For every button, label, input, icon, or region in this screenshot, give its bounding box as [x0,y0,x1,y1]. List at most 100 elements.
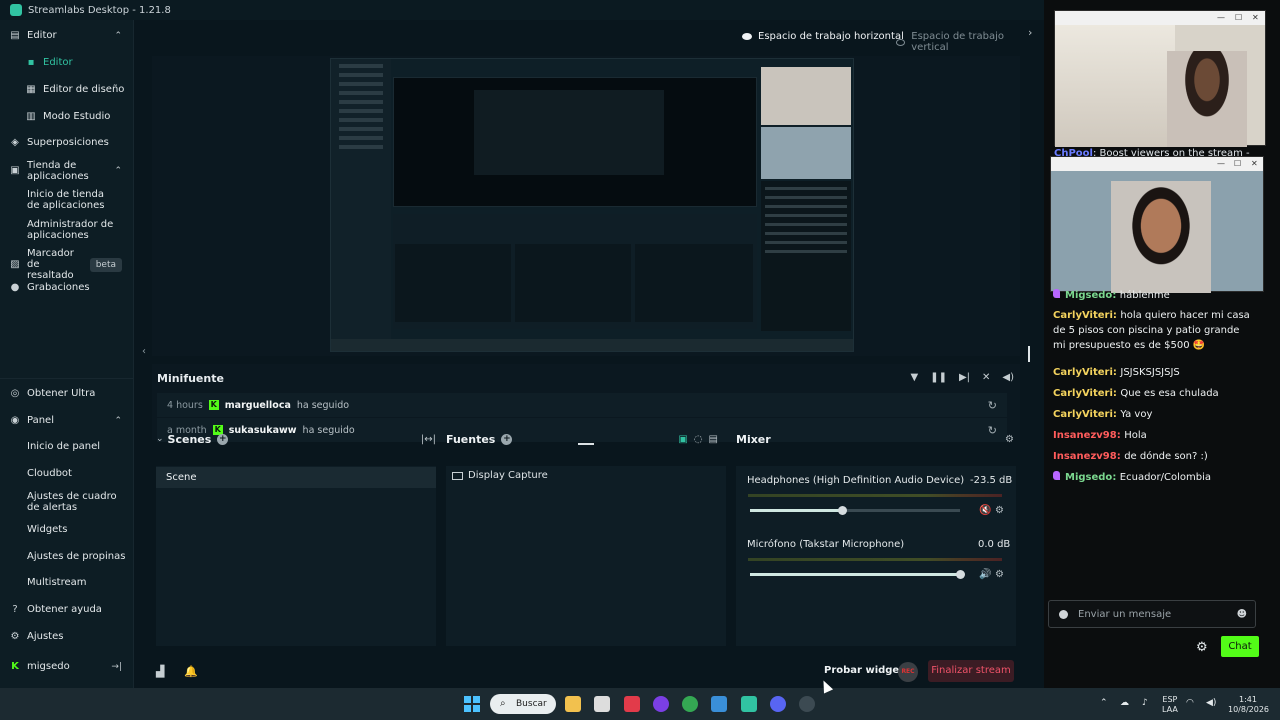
record-button[interactable]: REC [898,662,918,682]
language-indicator[interactable]: ESP LAA [1162,695,1178,715]
maximize-icon[interactable]: ☐ [1234,159,1241,168]
sidebar-item-cloudbot[interactable]: Cloudbot [0,468,134,479]
gear-icon[interactable]: ⚙ [995,505,1004,516]
sidebar-item-inicio-tienda[interactable]: Inicio de tienda de aplicaciones [0,189,134,211]
folder-icon[interactable]: ▤ [709,434,724,445]
chat-username[interactable]: Insanezv98 [1053,451,1117,462]
sidebar-item-editor[interactable]: ▤ Editor ⌃ [0,30,134,41]
chat-username[interactable]: CarlyViteri [1053,310,1113,321]
speaker-muted-icon[interactable]: 🔇 [979,505,991,516]
chevron-up-icon[interactable]: ⌃ [1100,698,1108,708]
highlighter-icon: ▨ [10,258,20,270]
gear-icon[interactable]: ⚙ [1005,434,1014,445]
chevron-down-icon[interactable]: ⌄ [156,434,164,444]
add-scene-button[interactable]: + [217,433,229,445]
sidebar-item-editor-diseno[interactable]: ▦ Editor de diseño [0,84,134,95]
sidebar-item-obtener-ayuda[interactable]: ? Obtener ayuda [0,604,134,615]
sidebar-item-ajustes-alertas[interactable]: Ajustes de cuadro de alertas [0,491,134,513]
workspace-vertical-button[interactable]: Espacio de trabajo vertical [896,31,1032,53]
chrome-icon[interactable] [682,696,698,712]
pause-icon[interactable]: ❚❚ [930,372,947,383]
sidebar-item-modo-estudio[interactable]: ▥ Modo Estudio [0,111,134,122]
stats-icon[interactable]: ▟ [156,665,164,678]
chat-username[interactable]: CarlyViteri [1053,409,1113,420]
app-icon[interactable] [594,696,610,712]
close-icon[interactable]: ✕ [1251,159,1258,168]
microphone-icon[interactable]: ♪ [1142,698,1148,708]
volume-slider-knob[interactable] [956,570,965,579]
windows-start-icon[interactable] [464,696,480,712]
sidebar-divider [0,378,134,379]
sidebar-item-obtener-ultra[interactable]: ◎ Obtener Ultra [0,388,134,399]
filter-icon[interactable]: ▼ [910,372,918,383]
end-stream-button[interactable]: Finalizar stream [928,660,1014,682]
chat-username[interactable]: CarlyViteri [1053,388,1113,399]
gear-icon[interactable]: ⚙ [995,569,1004,580]
logout-icon[interactable]: →| [111,662,122,672]
collapse-sidebar-icon[interactable]: ‹ [142,346,146,357]
chat-settings-icon[interactable]: ⚙ [1196,640,1208,655]
scene-item[interactable]: Scene [156,467,436,488]
clock[interactable]: 1:41 10/8/2026 [1228,695,1269,715]
sidebar-item-widgets[interactable]: Widgets [0,524,134,535]
speaker-icon[interactable]: 🔊 [979,569,991,580]
sidebar-item-ajustes-propinas[interactable]: Ajustes de propinas [0,551,134,562]
wifi-icon[interactable]: ◠ [1186,698,1194,708]
sidebar-item-panel[interactable]: ◉ Panel ⌃ [0,415,134,426]
workspace-horizontal-button[interactable]: Espacio de trabajo horizontal [742,31,904,42]
resize-handle[interactable] [1028,346,1030,362]
sidebar-item-multistream[interactable]: Multistream [0,577,134,588]
sidebar-item-inicio-panel[interactable]: Inicio de panel [0,441,134,452]
app-icon[interactable] [711,696,727,712]
sidebar-item-superposiciones[interactable]: ◈ Superposiciones [0,137,134,148]
volume-icon[interactable]: ◀) [1206,698,1216,708]
expand-right-icon[interactable]: › [1028,26,1032,39]
chat-username[interactable]: Migsedo [1065,472,1112,483]
preview-capture [330,58,854,352]
chat-message: Insanezv98: de dónde son? :) [1053,449,1253,464]
volume-icon[interactable]: ◀) [1002,372,1014,383]
minimize-icon[interactable]: — [1217,13,1225,22]
acrobat-icon[interactable] [624,696,640,712]
discord-icon[interactable] [770,696,786,712]
close-icon[interactable]: ✕ [1252,13,1259,22]
minimize-icon[interactable]: — [1217,159,1225,168]
chat-separator: : [1112,290,1120,301]
taskbar-search[interactable]: ⌕ Buscar [490,694,556,714]
streamlabs-taskbar-icon[interactable] [741,696,757,712]
volume-slider-fill [750,509,843,512]
settings-app-icon[interactable] [799,696,815,712]
camera-window-2[interactable]: — ☐ ✕ [1050,156,1264,293]
stream-preview[interactable]: ‹ [142,56,1020,357]
emoji-icon[interactable]: ☻ [1237,609,1247,620]
sidebar-item-admin-apps[interactable]: Administrador de aplicaciones [0,219,134,241]
chat-send-button[interactable]: Chat [1221,636,1259,657]
group-icon[interactable]: ▣ [678,434,693,445]
notifications-icon[interactable]: 🔔 [184,665,198,678]
chat-message: CarlyViteri: Que es esa chulada [1053,386,1253,401]
preview-sidebar [331,59,391,351]
sidebar-user[interactable]: K migsedo →| [0,661,134,672]
maximize-icon[interactable]: ☐ [1235,13,1242,22]
mute-alerts-icon[interactable]: ✕ [982,372,990,383]
skip-icon[interactable]: ▶| [959,372,970,383]
camera-window-1[interactable]: — ☐ ✕ [1054,10,1266,147]
app-icon[interactable] [653,696,669,712]
chat-username[interactable]: Insanezv98 [1053,430,1117,441]
sidebar-item-marcador[interactable]: ▨ Marcador de resaltado beta [0,248,134,281]
sidebar-item-tienda[interactable]: ▣ Tienda de aplicaciones ⌃ [0,160,134,182]
replay-icon[interactable]: ↻ [988,399,997,412]
source-item[interactable]: Display Capture [452,470,548,481]
chat-username[interactable]: Migsedo [1065,290,1112,301]
sidebar-item-editor-sub[interactable]: ▪ Editor [0,57,134,68]
eye-off-icon [896,38,906,46]
sidebar-item-grabaciones[interactable]: ● Grabaciones [0,282,134,293]
sidebar-item-ajustes[interactable]: ⚙ Ajustes [0,631,134,642]
cloud-icon[interactable]: ☁ [1120,698,1129,708]
chat-username[interactable]: CarlyViteri [1053,367,1113,378]
add-source-button[interactable]: + [501,433,513,445]
file-explorer-icon[interactable] [565,696,581,712]
chat-input[interactable]: Enviar un mensaje ☻ [1048,600,1256,628]
scene-transitions-icon[interactable]: |↔| [421,434,436,445]
source-visibility-icon[interactable]: ◌ [694,434,709,445]
